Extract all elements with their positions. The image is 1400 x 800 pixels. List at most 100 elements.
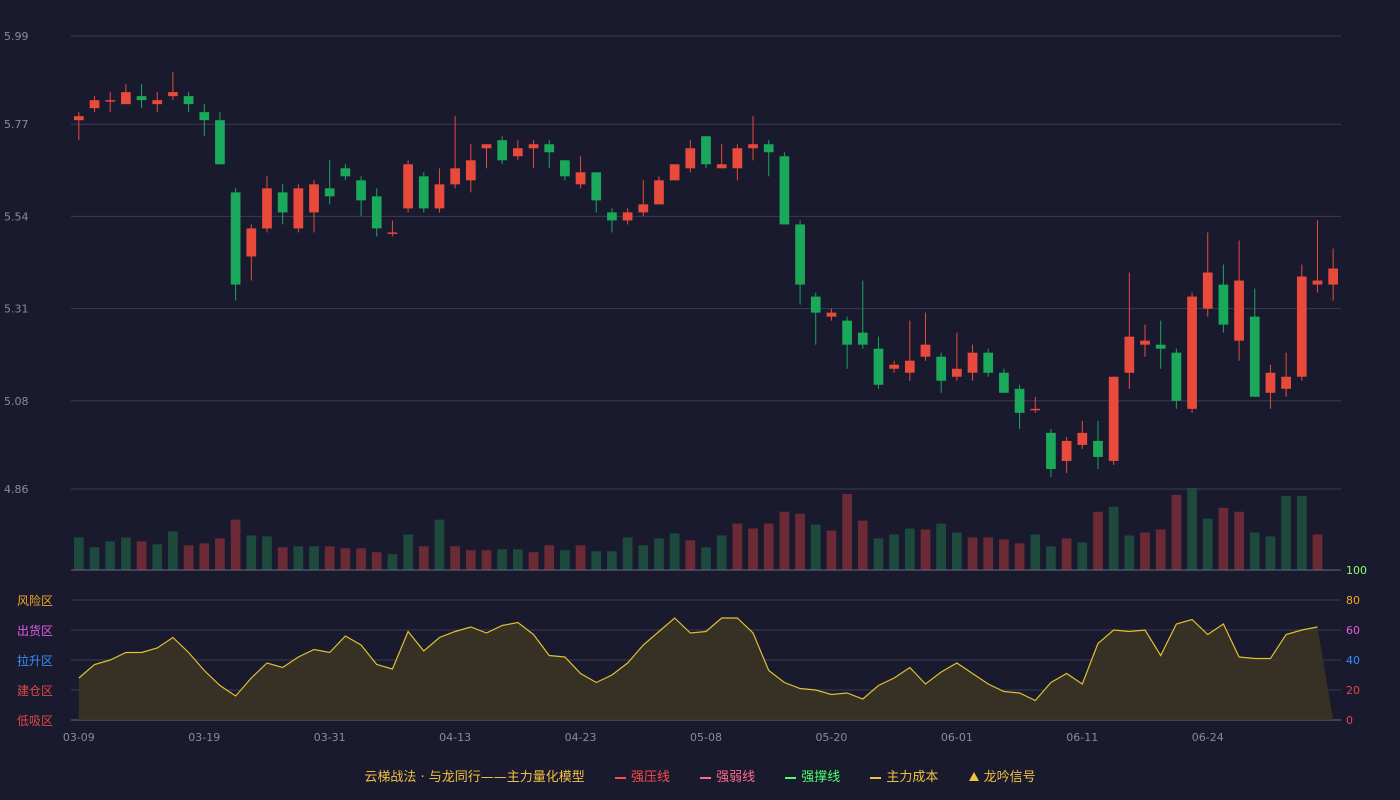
x-tick-label: 04-23 <box>565 731 597 744</box>
volume-bar <box>1014 543 1025 570</box>
candle-body <box>121 92 131 105</box>
volume-bar <box>920 529 931 570</box>
candle-body <box>889 364 900 369</box>
volume-bar <box>544 545 555 570</box>
volume-bar <box>983 537 994 570</box>
legend-item-strong-support[interactable]: 强撑线 <box>785 766 840 785</box>
indicator-tick-label: 100 <box>1346 564 1367 577</box>
candle-body <box>309 184 319 213</box>
candle-body <box>748 144 758 149</box>
volume-bar <box>842 493 852 570</box>
legend-item-main-cost[interactable]: 主力成本 <box>870 766 938 785</box>
volume-bar <box>403 534 413 570</box>
volume-bar <box>701 547 711 570</box>
candle-body <box>936 356 947 381</box>
x-tick-label: 05-08 <box>690 731 722 744</box>
x-tick-label: 04-13 <box>439 731 471 744</box>
volume-bar <box>967 537 978 570</box>
candle-body <box>1218 284 1229 325</box>
volume-bar <box>262 536 272 570</box>
candle-body <box>826 312 837 317</box>
zone-label: 建仓区 <box>17 684 53 698</box>
candle-body <box>497 140 508 161</box>
volume-bar <box>277 547 288 570</box>
candle-body <box>262 188 272 229</box>
volume-bar <box>230 519 241 570</box>
candle-body <box>512 148 523 157</box>
volume-bar <box>1265 536 1276 570</box>
volume-bar <box>1249 532 1260 570</box>
volume-bar <box>309 546 319 570</box>
volume-bar <box>779 511 790 570</box>
candle-body <box>387 232 398 234</box>
volume-bar <box>1093 511 1103 570</box>
legend-label: 主力成本 <box>886 770 939 785</box>
volume-bar <box>356 548 366 570</box>
volume-bar <box>371 552 382 570</box>
triangle-icon <box>968 772 979 781</box>
volume-bar <box>795 513 805 570</box>
legend-label: 强压线 <box>630 770 670 785</box>
candle-body <box>1030 408 1041 411</box>
candle-body <box>591 172 602 201</box>
legend-item-strength-line[interactable]: 强弱线 <box>700 766 755 785</box>
volume-bar <box>1030 534 1041 570</box>
zone-label: 拉升区 <box>17 653 53 668</box>
volume-bar <box>591 551 602 570</box>
candle-body <box>575 172 586 185</box>
candle-body <box>105 100 116 102</box>
candle-body <box>607 212 617 221</box>
candle-body <box>73 116 84 121</box>
candle-body <box>356 180 366 201</box>
indicator-area <box>78 618 1334 720</box>
candle-body <box>418 176 429 209</box>
volume-bar <box>1124 535 1135 570</box>
x-tick-label: 06-24 <box>1192 731 1224 744</box>
x-tick-label: 03-09 <box>63 731 95 744</box>
candle-body <box>1061 440 1072 461</box>
volume-bar <box>607 551 617 570</box>
legend-swatch-strength-line <box>700 776 712 779</box>
indicator-tick-label: 0 <box>1346 714 1353 727</box>
candle-body <box>622 212 633 221</box>
volume-bar <box>152 544 163 570</box>
x-tick-label: 06-11 <box>1066 731 1098 744</box>
candle-body <box>1155 344 1166 349</box>
volume-bar <box>105 541 116 570</box>
candle-body <box>669 164 680 181</box>
legend-item-dragon-signal[interactable]: 龙吟信号 <box>968 766 1036 785</box>
candle-body <box>1328 268 1339 285</box>
volume-bar <box>512 549 523 570</box>
volume-bar <box>560 550 570 570</box>
legend-label: 强撑线 <box>801 770 841 785</box>
candle-body <box>1187 296 1197 409</box>
volume-bar <box>873 538 884 570</box>
volume-bar <box>810 524 821 570</box>
chart-legend: 云梯战法 · 与龙同行——主力量化模型 强压线 强弱线 强撑线 主力成本 龙吟信… <box>0 766 1400 785</box>
volume-bar <box>1218 507 1229 570</box>
candle-body <box>293 188 304 229</box>
candle-body <box>1077 432 1088 445</box>
candle-body <box>685 148 696 169</box>
legend-label: 强弱线 <box>716 770 756 785</box>
legend-title: 云梯战法 · 与龙同行——主力量化模型 <box>364 770 585 785</box>
x-tick-label: 03-31 <box>314 731 346 744</box>
volume-bar <box>418 546 429 570</box>
candle-body <box>528 144 539 149</box>
volume-bar <box>246 535 257 570</box>
volume-bar <box>826 530 837 570</box>
volume-bar <box>136 541 147 570</box>
volume-bar <box>654 538 664 570</box>
candle-body <box>1281 376 1291 389</box>
candle-body <box>701 136 711 165</box>
volume-bar <box>387 554 398 570</box>
volume-bar <box>936 523 947 570</box>
volume-bar <box>434 519 445 570</box>
legend-item-strong-pressure[interactable]: 强压线 <box>614 766 670 785</box>
candle-body <box>152 100 163 105</box>
price-tick-label: 5.31 <box>4 303 29 316</box>
candle-body <box>168 92 178 97</box>
candle-body <box>277 192 288 213</box>
volume-bar <box>575 545 586 570</box>
volume-bar <box>465 550 476 570</box>
